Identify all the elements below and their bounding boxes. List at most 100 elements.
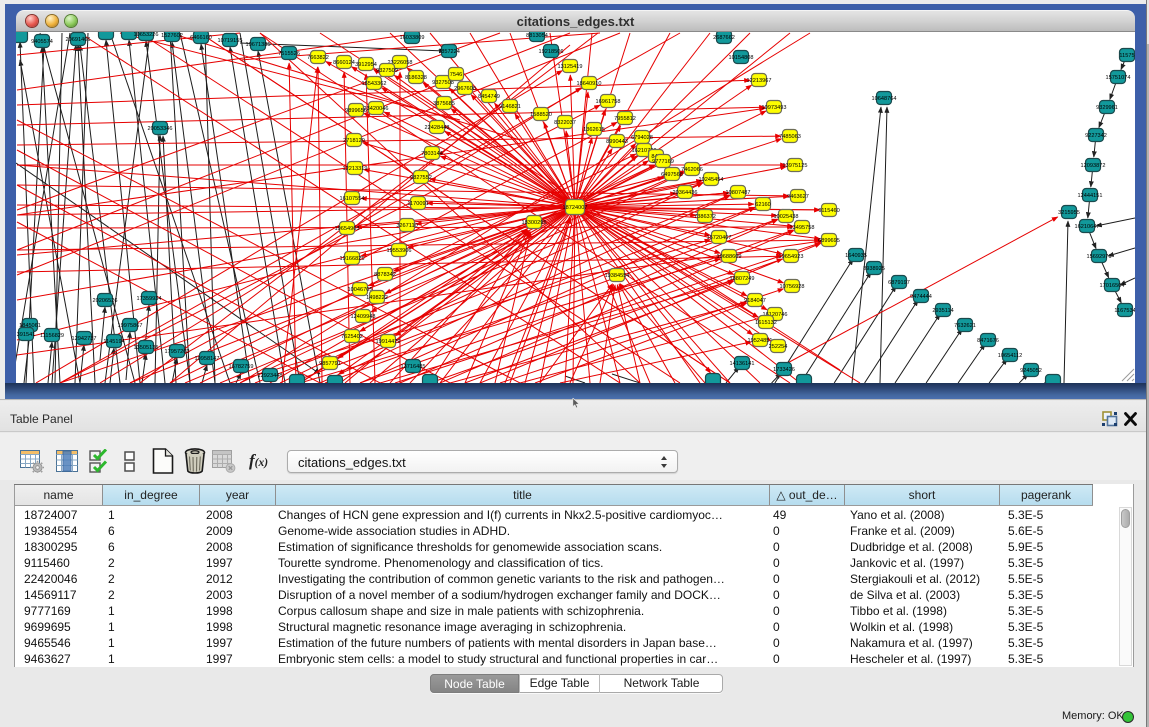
svg-text:8990443: 8990443 xyxy=(606,139,628,145)
svg-text:7857224: 7857224 xyxy=(438,49,460,55)
svg-text:2935114: 2935114 xyxy=(932,308,953,314)
svg-text:12093872: 12093872 xyxy=(1081,163,1106,169)
svg-text:7546: 7546 xyxy=(450,72,462,78)
svg-text:10046705: 10046705 xyxy=(348,287,373,293)
svg-text:7803144: 7803144 xyxy=(421,151,443,157)
svg-text:16033809: 16033809 xyxy=(400,35,425,41)
svg-text:19914479: 19914479 xyxy=(376,339,401,345)
svg-text:6879197: 6879197 xyxy=(888,280,910,286)
svg-text:8938925: 8938925 xyxy=(863,266,885,272)
svg-text:10154808: 10154808 xyxy=(729,55,754,61)
svg-text:9327509: 9327509 xyxy=(376,68,398,74)
svg-text:9474444: 9474444 xyxy=(910,294,932,300)
svg-text:13505135: 13505135 xyxy=(134,345,159,351)
svg-text:9463627: 9463627 xyxy=(787,194,809,200)
svg-text:10025438: 10025438 xyxy=(774,214,799,220)
svg-text:9146821: 9146821 xyxy=(499,104,521,110)
svg-text:9227342: 9227342 xyxy=(1085,133,1107,139)
svg-text:13125419: 13125419 xyxy=(558,64,583,70)
svg-text:19553906: 19553906 xyxy=(387,248,412,254)
svg-text:18724007: 18724007 xyxy=(563,205,588,211)
svg-text:8186328: 8186328 xyxy=(405,75,427,81)
svg-text:19654923: 19654923 xyxy=(779,254,804,260)
svg-text:11575: 11575 xyxy=(1119,53,1134,59)
svg-text:9405574: 9405574 xyxy=(31,39,53,45)
svg-text:16543362: 16543362 xyxy=(362,81,387,87)
svg-text:9245052: 9245052 xyxy=(1020,368,1042,374)
svg-text:2967608: 2967608 xyxy=(454,86,476,92)
svg-text:12942737: 12942737 xyxy=(72,336,97,342)
svg-text:20364436: 20364436 xyxy=(673,190,698,196)
svg-text:1362615: 1362615 xyxy=(583,127,605,133)
svg-text:13495758: 13495758 xyxy=(790,225,815,231)
svg-text:7515526: 7515526 xyxy=(278,51,300,57)
svg-text:7386372: 7386372 xyxy=(694,214,716,220)
svg-text:3912954: 3912954 xyxy=(355,62,377,68)
svg-text:1527602: 1527602 xyxy=(161,33,183,39)
svg-text:10807487: 10807487 xyxy=(726,190,751,196)
svg-text:19958147: 19958147 xyxy=(195,356,220,362)
svg-text:22428448: 22428448 xyxy=(425,125,450,131)
svg-text:18807249: 18807249 xyxy=(730,276,755,282)
svg-text:10688609: 10688609 xyxy=(717,254,742,260)
svg-text:3267110: 3267110 xyxy=(396,223,417,229)
svg-text:7462066: 7462066 xyxy=(681,167,703,173)
svg-text:20053346: 20053346 xyxy=(148,126,173,132)
svg-text:8322037: 8322037 xyxy=(554,120,576,126)
svg-text:2718129: 2718129 xyxy=(343,138,365,144)
svg-text:6497568: 6497568 xyxy=(661,172,683,178)
svg-text:19384554: 19384554 xyxy=(605,273,630,279)
svg-text:7955812: 7955812 xyxy=(614,116,636,122)
svg-text:7663822: 7663822 xyxy=(307,55,329,61)
svg-text:15692971: 15692971 xyxy=(1087,254,1112,260)
svg-text:13975125: 13975125 xyxy=(783,163,808,169)
svg-text:16107554: 16107554 xyxy=(340,196,365,202)
svg-text:1733426: 1733426 xyxy=(773,367,795,373)
svg-text:8660124: 8660124 xyxy=(333,60,355,66)
svg-text:10973493: 10973493 xyxy=(762,105,787,111)
svg-text:10756928: 10756928 xyxy=(780,284,805,290)
svg-text:18300295: 18300295 xyxy=(522,220,547,226)
svg-text:8878342: 8878342 xyxy=(374,272,396,278)
svg-text:10245454: 10245454 xyxy=(699,177,724,183)
svg-text:19166825: 19166825 xyxy=(340,256,365,262)
svg-text:10719155: 10719155 xyxy=(218,38,243,44)
svg-text:14136141: 14136141 xyxy=(730,361,755,367)
svg-text:8454749: 8454749 xyxy=(478,94,500,100)
svg-text:11156829: 11156829 xyxy=(40,333,64,339)
svg-text:18640910: 18640910 xyxy=(577,81,602,87)
svg-text:391541: 391541 xyxy=(17,332,36,338)
svg-text:1167534: 1167534 xyxy=(1114,308,1135,314)
svg-text:7625402: 7625402 xyxy=(341,334,363,340)
svg-text:12213319: 12213319 xyxy=(343,166,368,172)
svg-text:16961758: 16961758 xyxy=(596,99,621,105)
svg-text:3875685: 3875685 xyxy=(433,101,455,107)
svg-text:15751074: 15751074 xyxy=(1106,75,1131,81)
svg-text:9329961: 9329961 xyxy=(1096,105,1118,111)
svg-text:2687662: 2687662 xyxy=(713,35,735,41)
svg-text:8813054: 8813054 xyxy=(526,33,548,39)
svg-text:1615132: 1615132 xyxy=(755,320,777,326)
svg-text:12409948: 12409948 xyxy=(351,314,376,320)
svg-text:1640935: 1640935 xyxy=(845,253,867,259)
svg-text:16782759: 16782759 xyxy=(229,364,254,370)
svg-text:17359934: 17359934 xyxy=(137,296,162,302)
svg-text:20206526: 20206526 xyxy=(93,298,118,304)
svg-text:7632621: 7632621 xyxy=(954,323,976,329)
svg-text:252254: 252254 xyxy=(769,344,788,350)
svg-text:19975867: 19975867 xyxy=(118,323,143,329)
svg-text:1170091: 1170091 xyxy=(407,201,428,207)
svg-text:6794028: 6794028 xyxy=(631,135,653,141)
svg-text:9115460: 9115460 xyxy=(818,208,839,214)
svg-text:1498222: 1498222 xyxy=(366,295,388,301)
svg-text:23420046: 23420046 xyxy=(364,106,389,112)
svg-text:10654112: 10654112 xyxy=(998,353,1022,359)
svg-text:9777169: 9777169 xyxy=(652,159,674,165)
svg-text:17957263: 17957263 xyxy=(165,349,190,355)
svg-text:7485063: 7485063 xyxy=(779,134,801,140)
svg-text:6899695: 6899695 xyxy=(818,238,840,244)
svg-text:10653226: 10653226 xyxy=(134,32,159,38)
svg-text:13716485: 13716485 xyxy=(401,364,426,370)
svg-text:19218506: 19218506 xyxy=(539,49,564,55)
svg-text:12213967: 12213967 xyxy=(747,78,772,84)
